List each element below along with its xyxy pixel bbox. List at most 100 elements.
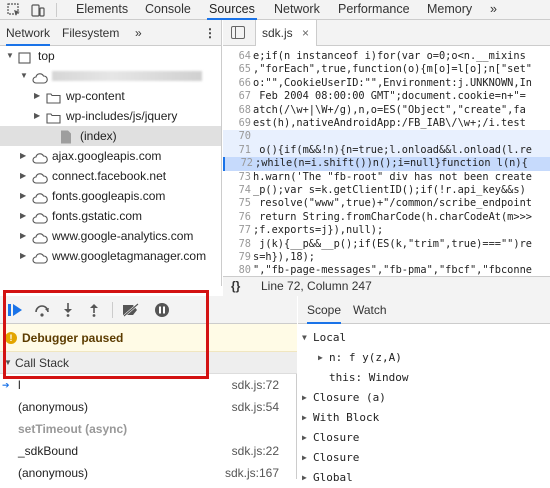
call-frame[interactable]: ➔ l sdk.js:72	[0, 374, 297, 396]
tab-network[interactable]: Network	[272, 0, 322, 20]
chevron-right-icon[interactable]: ▶	[302, 468, 307, 488]
code-line[interactable]: 74 _p();var s=k.getClientID();if(!r.api_k…	[223, 184, 550, 197]
call-stack-header[interactable]: ▼ Call Stack	[0, 352, 297, 374]
close-tab-icon[interactable]: ×	[302, 26, 309, 40]
step-out-icon[interactable]	[88, 303, 100, 320]
step-over-icon[interactable]	[34, 303, 50, 320]
chevron-right-icon[interactable]: ▶	[318, 348, 323, 368]
code-line[interactable]: 66 o:"",CookieUserID:"",Environment:j.UNK…	[223, 77, 550, 90]
call-frame[interactable]: (anonymous) sdk.js:167	[0, 462, 297, 484]
chevron-right-icon[interactable]: ▶	[20, 186, 26, 206]
tree-item[interactable]: ▶ fonts.googleapis.com	[0, 186, 221, 206]
chevron-down-icon[interactable]: ▼	[20, 66, 28, 86]
tree-item[interactable]: ▼	[0, 66, 221, 86]
navigator-menu-icon[interactable]: ⋮	[204, 20, 216, 46]
tree-item[interactable]: ▶ www.googletagmanager.com	[0, 246, 221, 266]
chevron-down-icon[interactable]: ▼	[302, 328, 307, 348]
line-number[interactable]: 77	[223, 224, 253, 237]
tree-item[interactable]: (index)	[0, 126, 221, 146]
scope-item[interactable]: ▶ Closure	[298, 448, 550, 468]
more-tabs-button[interactable]: »	[488, 0, 499, 20]
tree-item[interactable]: ▶ www.google-analytics.com	[0, 226, 221, 246]
frame-location[interactable]: sdk.js:167	[225, 462, 279, 484]
chevron-right-icon[interactable]: ▶	[302, 428, 307, 448]
scope-item[interactable]: this: Window	[298, 368, 550, 388]
chevron-down-icon[interactable]: ▼	[6, 46, 14, 66]
pause-on-exceptions-icon[interactable]	[154, 302, 170, 321]
tab-sources[interactable]: Sources	[207, 0, 257, 20]
tab-filesystem[interactable]: Filesystem	[62, 20, 119, 46]
inspect-element-icon[interactable]	[6, 2, 22, 18]
line-number[interactable]: 66	[223, 77, 253, 90]
line-number[interactable]: 79	[223, 251, 253, 264]
chevron-right-icon[interactable]: ▶	[20, 206, 26, 226]
scope-item[interactable]: ▶ Global	[298, 468, 550, 488]
resume-icon[interactable]	[8, 303, 24, 320]
toggle-navigator-icon[interactable]	[231, 26, 245, 39]
code-line[interactable]: 68 atch(/\w+|\W+/g),n,o=ES("Object","crea…	[223, 104, 550, 117]
tree-item[interactable]: ▶ fonts.gstatic.com	[0, 206, 221, 226]
line-number[interactable]: 67	[223, 90, 253, 103]
line-number[interactable]: 76	[223, 211, 253, 224]
line-number[interactable]: 64	[223, 50, 253, 63]
line-number[interactable]: 70	[223, 130, 253, 143]
tab-network-sources[interactable]: Network	[6, 20, 51, 46]
code-line[interactable]: 78 j(k){__p&&__p();if(ES(k,"trim",true)=…	[223, 238, 550, 251]
frame-location[interactable]: sdk.js:72	[232, 374, 279, 396]
chevron-right-icon[interactable]: ▶	[20, 146, 26, 166]
line-number[interactable]: 78	[223, 238, 253, 251]
tab-performance[interactable]: Performance	[336, 0, 412, 20]
code-line[interactable]: 77 ;f.exports=j}),null);	[223, 224, 550, 237]
code-line[interactable]: 79 s=h}),18);	[223, 251, 550, 264]
chevron-right-icon[interactable]: ▶	[20, 226, 26, 246]
call-frame[interactable]: (anonymous) sdk.js:54	[0, 396, 297, 418]
tree-item[interactable]: ▶ wp-content	[0, 86, 221, 106]
code-line[interactable]: 76 return String.fromCharCode(h.charCode…	[223, 211, 550, 224]
line-number[interactable]: 69	[223, 117, 253, 130]
code-line[interactable]: 75 resolve("www",true)+"/common/scribe_e…	[223, 197, 550, 210]
frame-location[interactable]: sdk.js:22	[232, 440, 279, 462]
tab-scope[interactable]: Scope	[307, 296, 342, 324]
chevron-right-icon[interactable]: ▶	[302, 408, 307, 428]
tab-console[interactable]: Console	[143, 0, 193, 20]
code-line[interactable]: 70	[223, 130, 550, 144]
chevron-right-icon[interactable]: ▶	[20, 246, 26, 266]
chevron-right-icon[interactable]: ▶	[34, 106, 40, 126]
line-number[interactable]: 74	[223, 184, 253, 197]
scope-item[interactable]: ▶ Closure (a)	[298, 388, 550, 408]
code-line[interactable]: 73 h.warn('The "fb-root" div has not been…	[223, 171, 550, 184]
pretty-print-icon[interactable]: {}	[231, 277, 240, 296]
tab-watch[interactable]: Watch	[353, 296, 387, 324]
code-line[interactable]: 72 ;while(n=i.shift())n();i=null}function…	[223, 157, 550, 171]
deactivate-breakpoints-icon[interactable]	[122, 303, 140, 320]
more-navigator-tabs[interactable]: »	[135, 20, 142, 46]
tree-item[interactable]: ▶ ajax.googleapis.com	[0, 146, 221, 166]
line-number[interactable]: 65	[223, 63, 253, 76]
code-line[interactable]: 65 ,"forEach",true,function(o){m[o]=l[o];…	[223, 63, 550, 76]
line-number[interactable]: 72	[225, 157, 255, 170]
tree-item[interactable]: ▶ wp-includes/js/jquery	[0, 106, 221, 126]
line-number[interactable]: 71	[223, 144, 253, 157]
step-into-icon[interactable]	[62, 303, 74, 320]
line-number[interactable]: 75	[223, 197, 253, 210]
chevron-right-icon[interactable]: ▶	[20, 166, 26, 186]
tab-memory[interactable]: Memory	[425, 0, 474, 20]
frame-location[interactable]: sdk.js:54	[232, 396, 279, 418]
scope-item[interactable]: ▶ n: f y(z,A)	[298, 348, 550, 368]
line-number[interactable]: 68	[223, 104, 253, 117]
scope-item[interactable]: ▶ Closure	[298, 428, 550, 448]
chevron-right-icon[interactable]: ▶	[302, 448, 307, 468]
code-line[interactable]: 67 Feb 2004 08:00:00 GMT";document.cooki…	[223, 90, 550, 103]
tree-item[interactable]: ▶ connect.facebook.net	[0, 166, 221, 186]
scope-item[interactable]: ▼ Local	[298, 328, 550, 348]
code-line[interactable]: 71 o(){if(m&&!n){n=true;l.onload&&l.onlo…	[223, 143, 550, 158]
tab-elements[interactable]: Elements	[74, 0, 130, 20]
file-tab-sdk[interactable]: sdk.js ×	[255, 20, 317, 46]
call-frame[interactable]: _sdkBound sdk.js:22	[0, 440, 297, 462]
scope-item[interactable]: ▶ With Block	[298, 408, 550, 428]
tree-item[interactable]: ▼ top	[0, 46, 221, 66]
code-line[interactable]: 69 est(h),nativeAndroidApp:/FB_IAB\/\w+;/…	[223, 117, 550, 130]
device-toolbar-icon[interactable]	[30, 2, 46, 18]
line-number[interactable]: 73	[223, 171, 253, 184]
code-line[interactable]: 64 e;if(n instanceof i)for(var o=0;o<n.__…	[223, 50, 550, 63]
